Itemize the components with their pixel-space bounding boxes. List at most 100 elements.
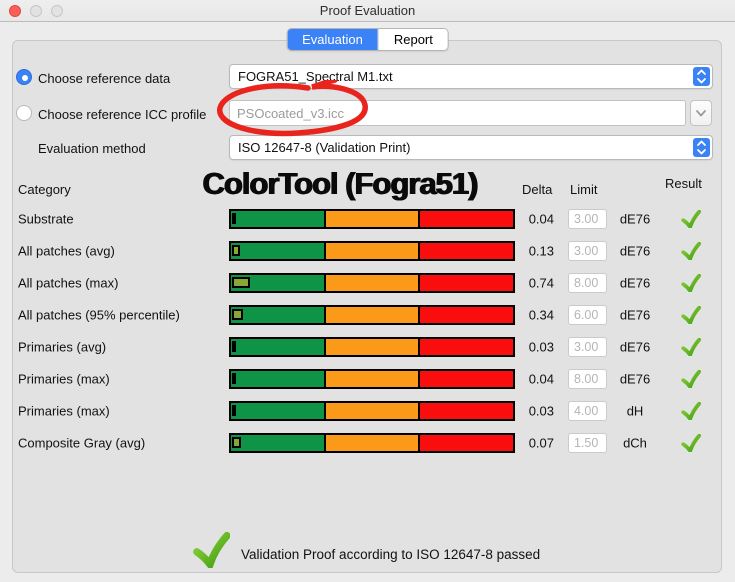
title-bar: Proof Evaluation bbox=[0, 0, 735, 22]
bar-orange-segment bbox=[325, 371, 419, 387]
icc-profile-radio[interactable] bbox=[16, 105, 32, 121]
chevron-up-down-icon bbox=[697, 69, 706, 84]
bar-green-segment bbox=[231, 307, 324, 323]
row-category: All patches (avg) bbox=[18, 243, 115, 259]
reference-data-label: Choose reference data bbox=[38, 71, 171, 86]
pass-check-icon bbox=[681, 370, 701, 388]
row-unit: dE76 bbox=[619, 211, 651, 227]
pass-check-icon bbox=[681, 434, 701, 452]
results-title: ColorTool (Fogra51) bbox=[202, 166, 479, 201]
header-category: Category bbox=[18, 182, 71, 197]
bar-green-segment bbox=[231, 403, 324, 419]
icc-profile-dropdown-button[interactable] bbox=[690, 100, 712, 126]
bar-orange-segment bbox=[325, 243, 419, 259]
row-delta: 0.03 bbox=[528, 339, 554, 355]
limit-input[interactable] bbox=[568, 369, 607, 389]
icc-profile-label: Choose reference ICC profile bbox=[38, 107, 207, 122]
pass-check-icon bbox=[681, 402, 701, 420]
bar-indicator bbox=[232, 341, 236, 352]
row-unit: dCh bbox=[623, 435, 647, 451]
icc-profile-input[interactable] bbox=[229, 100, 686, 126]
row-category: Primaries (max) bbox=[18, 371, 110, 387]
tab-evaluation[interactable]: Evaluation bbox=[287, 29, 378, 50]
row-category: Substrate bbox=[18, 211, 74, 227]
limit-input[interactable] bbox=[568, 241, 607, 261]
reference-data-select[interactable]: FOGRA51_Spectral M1.txt bbox=[229, 64, 713, 89]
row-category: All patches (95% percentile) bbox=[18, 307, 180, 323]
row-category: All patches (max) bbox=[18, 275, 119, 291]
row-delta: 0.03 bbox=[528, 403, 554, 419]
limit-input[interactable] bbox=[568, 305, 607, 325]
tab-report[interactable]: Report bbox=[377, 29, 448, 50]
row-unit: dE76 bbox=[619, 243, 651, 259]
bar-indicator bbox=[232, 405, 236, 416]
bar-red-segment bbox=[420, 243, 514, 259]
window-title: Proof Evaluation bbox=[319, 3, 416, 18]
chevron-up-down-icon bbox=[697, 140, 706, 155]
row-unit: dH bbox=[626, 403, 644, 419]
row-delta: 0.04 bbox=[528, 371, 554, 387]
bar-red-segment bbox=[420, 275, 514, 291]
table-row: Primaries (max) 0.03 dH bbox=[0, 395, 735, 427]
row-category: Primaries (avg) bbox=[18, 339, 107, 355]
stepper-icon[interactable] bbox=[693, 138, 710, 157]
bar-indicator bbox=[232, 309, 243, 320]
tab-bar: Evaluation Report bbox=[286, 28, 449, 51]
bar-orange-segment bbox=[325, 403, 419, 419]
limit-input[interactable] bbox=[568, 209, 607, 229]
limit-input[interactable] bbox=[568, 337, 607, 357]
validation-passed-check-icon bbox=[193, 531, 230, 568]
table-row: All patches (max) 0.74 dE76 bbox=[0, 267, 735, 299]
limit-input[interactable] bbox=[568, 273, 607, 293]
bar-orange-segment bbox=[325, 275, 419, 291]
bar-green-segment bbox=[231, 339, 324, 355]
proof-evaluation-window: { "window": { "title": "Proof Evaluation… bbox=[0, 0, 735, 582]
bar-indicator bbox=[232, 245, 240, 256]
row-unit: dE76 bbox=[619, 275, 651, 291]
bar-green-segment bbox=[231, 371, 324, 387]
header-delta: Delta bbox=[522, 182, 553, 197]
row-unit: dE76 bbox=[619, 371, 651, 387]
bar-orange-segment bbox=[325, 307, 419, 323]
bar-indicator bbox=[232, 277, 250, 288]
bar-red-segment bbox=[420, 339, 514, 355]
radio-dot bbox=[22, 75, 28, 81]
stepper-icon[interactable] bbox=[693, 67, 710, 86]
pass-check-icon bbox=[681, 242, 701, 260]
bar-red-segment bbox=[420, 403, 514, 419]
table-row: Substrate 0.04 dE76 bbox=[0, 203, 735, 235]
row-unit: dE76 bbox=[619, 339, 651, 355]
bar-orange-segment bbox=[325, 339, 419, 355]
bar-orange-segment bbox=[325, 435, 419, 451]
row-delta: 0.04 bbox=[528, 211, 554, 227]
table-row: All patches (avg) 0.13 dE76 bbox=[0, 235, 735, 267]
pass-check-icon bbox=[681, 274, 701, 292]
row-unit: dE76 bbox=[619, 307, 651, 323]
header-result: Result bbox=[665, 176, 702, 191]
bar-red-segment bbox=[420, 211, 514, 227]
tolerance-bar bbox=[229, 241, 515, 261]
evaluation-method-select[interactable]: ISO 12647-8 (Validation Print) bbox=[229, 135, 713, 160]
tolerance-bar bbox=[229, 369, 515, 389]
row-delta: 0.34 bbox=[528, 307, 554, 323]
limit-input[interactable] bbox=[568, 433, 607, 453]
table-row: Composite Gray (avg) 0.07 dCh bbox=[0, 427, 735, 459]
tolerance-bar bbox=[229, 273, 515, 293]
pass-check-icon bbox=[681, 210, 701, 228]
bar-green-segment bbox=[231, 211, 324, 227]
limit-input[interactable] bbox=[568, 401, 607, 421]
results-table-body: Substrate 0.04 dE76 All patches (avg) 0.… bbox=[0, 203, 735, 459]
bar-indicator bbox=[232, 437, 241, 448]
validation-result-message: Validation Proof according to ISO 12647-… bbox=[241, 547, 541, 562]
bar-red-segment bbox=[420, 435, 514, 451]
bar-orange-segment bbox=[325, 211, 419, 227]
header-limit: Limit bbox=[570, 182, 598, 197]
bar-indicator bbox=[232, 213, 236, 224]
table-row: All patches (95% percentile) 0.34 dE76 bbox=[0, 299, 735, 331]
pass-check-icon bbox=[681, 338, 701, 356]
row-category: Primaries (max) bbox=[18, 403, 110, 419]
tolerance-bar bbox=[229, 433, 515, 453]
reference-data-radio[interactable] bbox=[16, 69, 32, 85]
row-delta: 0.74 bbox=[528, 275, 554, 291]
bar-red-segment bbox=[420, 307, 514, 323]
